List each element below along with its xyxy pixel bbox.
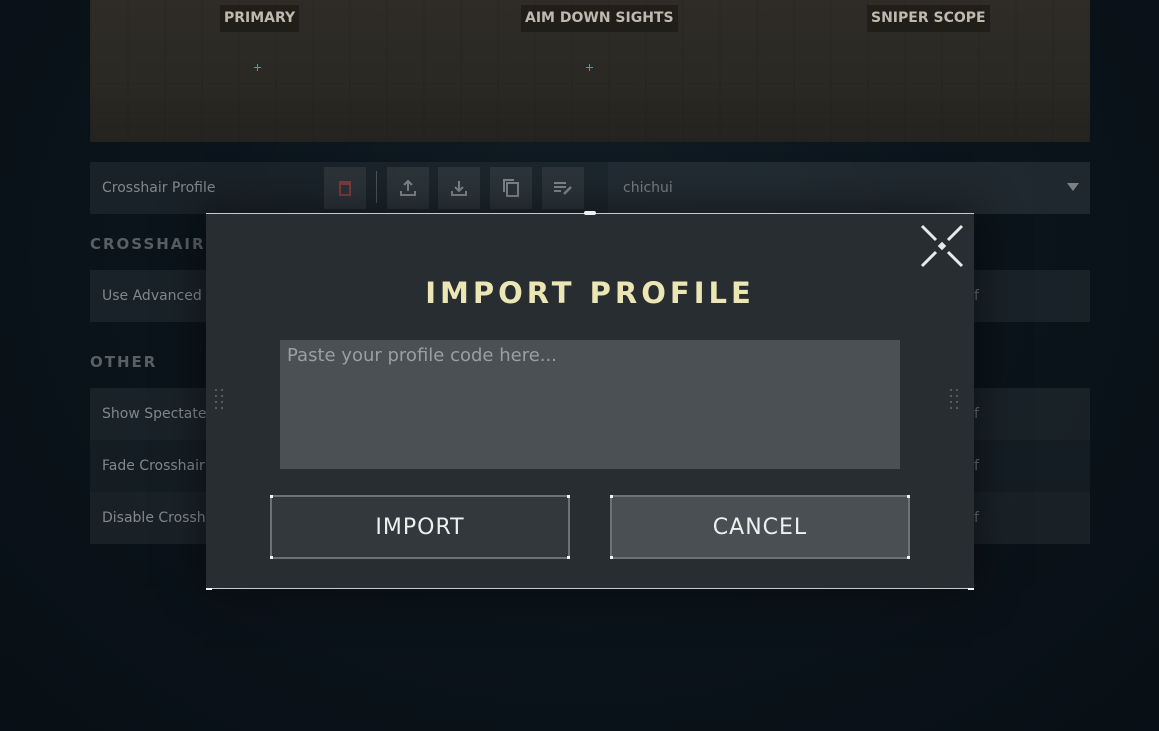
profile-code-input[interactable] [280,340,900,469]
drag-handle-right [950,389,962,411]
cancel-button-label: CANCEL [712,514,808,540]
crosshair-reticle-primary [254,64,261,71]
drag-handle-left [215,389,227,411]
import-button-label: IMPORT [375,514,465,540]
preview-label-sniper: SNIPER SCOPE [867,5,990,32]
preview-label-primary: PRIMARY [220,5,300,32]
modal-corner [968,588,974,590]
import-profile-modal: IMPORT PROFILE IMPORT CANCEL [206,211,974,590]
close-icon [920,224,964,268]
preview-label-ads: AIM DOWN SIGHTS [521,5,678,32]
import-button[interactable]: IMPORT [270,495,570,559]
modal-notch [584,211,596,215]
modal-corner [206,588,212,590]
cancel-button[interactable]: CANCEL [610,495,910,559]
crosshair-reticle-ads [586,64,593,71]
close-modal-button[interactable] [920,224,964,268]
modal-title: IMPORT PROFILE [425,276,755,310]
